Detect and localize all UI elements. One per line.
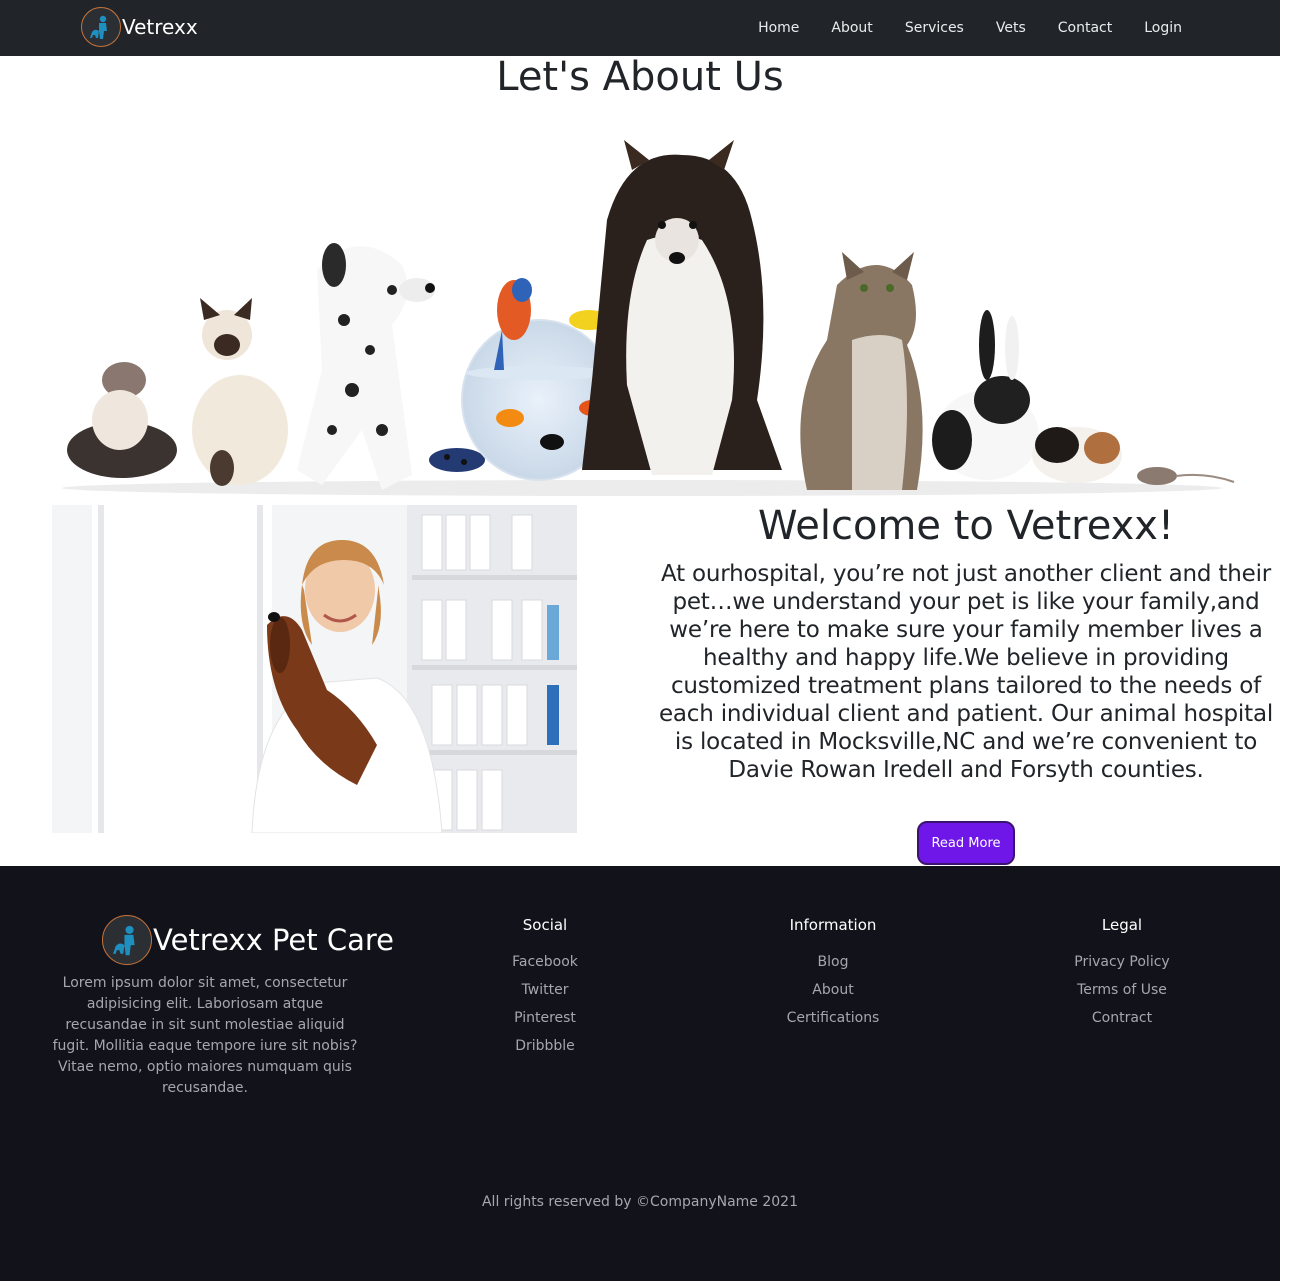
nav-link-about[interactable]: About [831,20,872,36]
footer-link-blog[interactable]: Blog [733,948,933,976]
nav-link-contact[interactable]: Contact [1058,20,1112,36]
footer-brand-name: Vetrexx Pet Care [153,923,394,957]
nav-link-home[interactable]: Home [758,20,799,36]
footer-link-facebook[interactable]: Facebook [445,948,645,976]
nav-link-services[interactable]: Services [905,20,964,36]
footer-description: Lorem ipsum dolor sit amet, consectetur … [52,975,358,1096]
copyright-text: All rights reserved by ©CompanyName 2021 [481,1194,798,1210]
footer-link-pinterest[interactable]: Pinterest [445,1004,645,1032]
footer-link-privacy-policy[interactable]: Privacy Policy [1022,948,1222,976]
pets-banner-image [62,140,1235,496]
footer-link-terms-of-use[interactable]: Terms of Use [1022,976,1222,1004]
footer-column-title: Information [789,916,877,934]
vet-logo-icon [102,915,152,965]
footer-column-title: Legal [1101,916,1143,934]
footer: Vetrexx Pet Care Lorem ipsum dolor sit a… [0,866,1280,1281]
footer-link-about[interactable]: About [733,976,933,1004]
about-title: Let's About Us [496,54,784,100]
footer-column-title: Social [522,916,568,934]
navbar: Vetrexx Home About Services Vets Contact… [0,0,1280,56]
navbar-brand[interactable]: Vetrexx [81,7,198,47]
footer-link-certifications[interactable]: Certifications [733,1004,933,1032]
footer-column-social: Social Facebook Twitter Pinterest Dribbb… [445,915,645,1060]
footer-link-contract[interactable]: Contract [1022,1004,1222,1032]
footer-link-dribbble[interactable]: Dribbble [445,1032,645,1060]
nav-link-login[interactable]: Login [1144,20,1182,36]
vet-with-dog-photo [52,505,577,833]
footer-column-legal: Legal Privacy Policy Terms of Use Contra… [1022,915,1222,1032]
footer-column-information: Information Blog About Certifications [733,915,933,1032]
brand-name: Vetrexx [122,15,198,39]
footer-brand[interactable]: Vetrexx Pet Care [102,915,394,965]
footer-link-twitter[interactable]: Twitter [445,976,645,1004]
nav-menu: Home About Services Vets Contact Login [726,0,1182,56]
vet-logo-icon [81,7,121,47]
nav-link-vets[interactable]: Vets [996,20,1026,36]
read-more-button[interactable]: Read More [917,821,1015,865]
welcome-text: At ourhospital, you’re not just another … [658,561,1274,783]
welcome-title: Welcome to Vetrexx! [758,503,1174,549]
